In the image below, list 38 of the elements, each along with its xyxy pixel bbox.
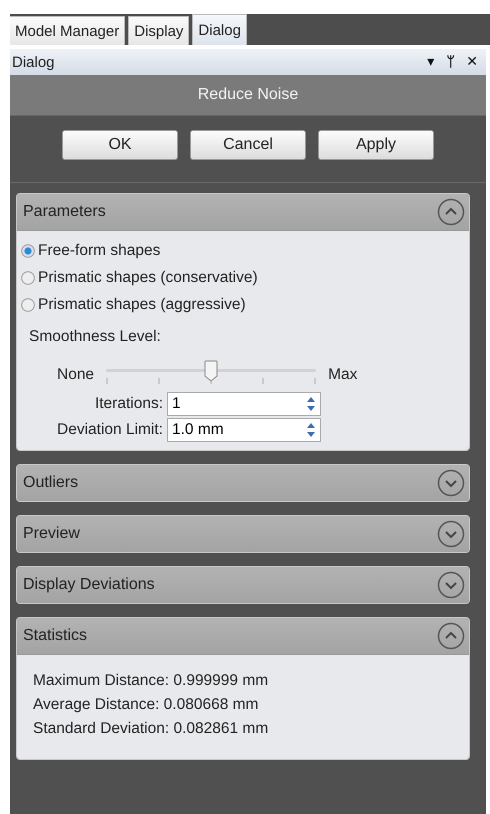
slider-max-label: Max [328,366,358,384]
radio-button[interactable] [21,244,35,258]
expand-icon[interactable] [437,520,465,548]
spin-field[interactable]: 1 [167,392,321,416]
pin-button[interactable]: ᛘ [444,54,456,70]
slider-thumb[interactable] [204,360,218,382]
section-header[interactable]: Preview [17,516,469,552]
section-header[interactable]: Parameters [17,194,469,230]
menu-button[interactable]: ▾ [425,54,436,70]
field-label: Deviation Limit: [57,421,163,439]
collapse-icon[interactable] [437,622,465,650]
section-header[interactable]: Display Deviations [17,567,469,603]
collapse-icon[interactable] [437,198,465,226]
expand-icon[interactable] [437,571,465,599]
dialog-button[interactable]: Apply [318,130,434,160]
close-button[interactable]: ✕ [464,54,480,70]
expand-icon[interactable] [437,469,465,497]
dialog-button[interactable]: OK [62,130,178,160]
section-header[interactable]: Outliers [17,465,469,501]
tab[interactable]: Model Manager [10,16,126,45]
statistic-text: Standard Deviation: 0.082861 mm [32,719,270,739]
radio-label: Prismatic shapes (aggressive) [38,296,246,314]
tab[interactable]: Display [128,16,190,45]
tab[interactable]: Dialog [192,14,247,45]
radio-label: Prismatic shapes (conservative) [38,268,258,286]
dialog-button[interactable]: Cancel [190,130,306,160]
statistic-text: Average Distance: 0.080668 mm [32,695,260,715]
spin-field[interactable]: 1.0 mm [167,418,321,442]
dialog-title: Reduce Noise [198,86,298,104]
radio-button[interactable] [21,270,35,284]
radio-button[interactable] [21,298,35,312]
radio-label: Free-form shapes [38,242,160,260]
section-header[interactable]: Statistics [17,618,469,654]
slider-label: Smoothness Level: [29,328,162,346]
statistic-text: Maximum Distance: 0.999999 mm [32,671,270,691]
field-label: Iterations: [94,395,163,413]
slider-min-label: None [57,366,94,384]
pane-title: Dialog [12,54,56,70]
